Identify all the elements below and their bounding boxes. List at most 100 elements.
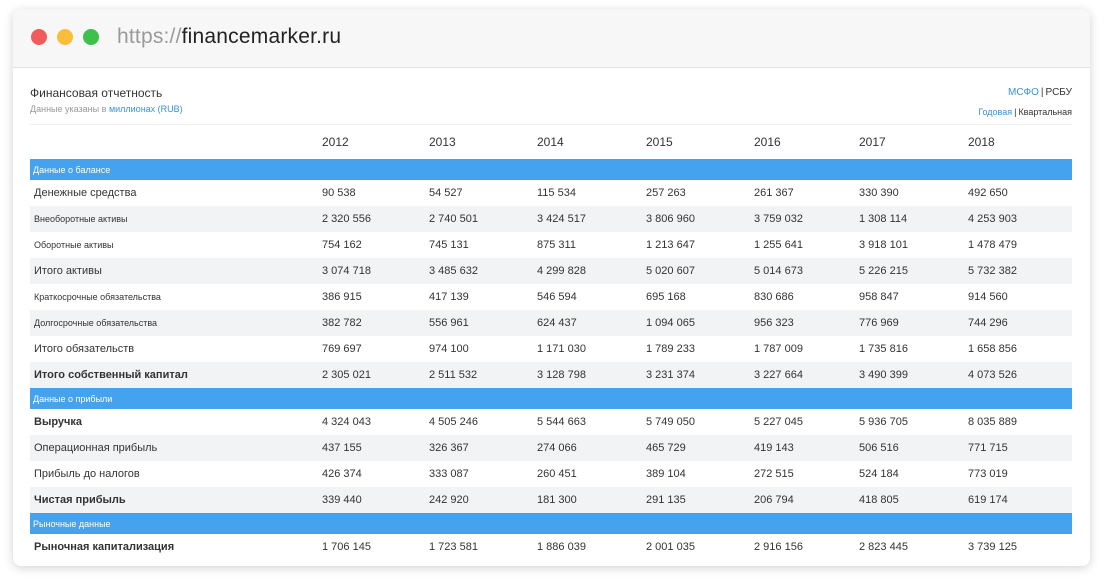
value-cell: 333 087 [429, 468, 469, 480]
value-cell: 5 544 663 [537, 416, 586, 428]
url-scheme: https:// [117, 25, 182, 48]
value-cell: 3 485 632 [429, 258, 537, 284]
table-row: Выручка 4 324 043 4 505 246 5 544 663 5 749 … [30, 409, 1072, 435]
table-row: Долгосрочные обязательства 382 782 556 961… [30, 310, 1072, 336]
value-cell: 272 515 [754, 468, 794, 480]
value-cell: 3 806 960 [646, 206, 754, 232]
table-row: Итого активы 3 074 718 3 485 632 4 299 828 5… [30, 258, 1072, 284]
value-cell: 546 594 [537, 291, 577, 303]
value-cell: 291 135 [646, 487, 754, 513]
value-cell: 386 915 [322, 291, 362, 303]
value-cell: 3 074 718 [322, 258, 429, 284]
address-bar[interactable]: https://financemarker.ru [117, 25, 341, 49]
value-cell: 4 253 903 [968, 206, 1072, 232]
value-cell: 426 374 [322, 468, 362, 480]
value-cell: 419 143 [754, 435, 859, 461]
row-label: Краткосрочные обязательства [34, 292, 161, 302]
value-cell: 830 686 [754, 291, 794, 303]
value-cell: 1 723 581 [429, 541, 478, 553]
value-cell: 2 740 501 [429, 206, 537, 232]
value-cell: 5 732 382 [968, 258, 1072, 284]
table-row: Оборотные активы 754 162 745 131 875 311 1 2… [30, 232, 1072, 258]
section-header-row: Данные о прибыли [30, 388, 1072, 409]
period-quarterly-link[interactable]: Квартальная [1018, 107, 1072, 117]
value-cell: 1 308 114 [859, 206, 968, 232]
row-label: Операционная прибыль [30, 435, 322, 461]
year-header: 2016 [754, 124, 859, 159]
row-label: Чистая прибыль [30, 487, 322, 513]
value-cell: 418 805 [859, 487, 968, 513]
value-cell: 465 729 [646, 435, 754, 461]
browser-window: https://financemarker.ru Финансовая отче… [13, 9, 1090, 566]
value-cell: 624 437 [537, 310, 646, 336]
value-cell: 695 168 [646, 291, 686, 303]
value-cell: 339 440 [322, 487, 429, 513]
value-cell: 3 759 032 [754, 206, 859, 232]
value-cell: 5 936 705 [859, 416, 908, 428]
value-cell: 1 213 647 [646, 239, 695, 251]
value-cell: 1 706 145 [322, 541, 371, 553]
table-row: Операционная прибыль 437 155 326 367 274 06… [30, 435, 1072, 461]
value-cell: 326 367 [429, 435, 537, 461]
section-title: Данные о прибыли [30, 388, 1072, 409]
value-cell: 261 367 [754, 187, 794, 199]
table-row: Итого собственный капитал 2 305 021 2 511 … [30, 362, 1072, 388]
value-cell: 1 787 009 [754, 343, 803, 355]
value-cell: 2 916 156 [754, 541, 803, 553]
value-cell: 914 560 [968, 291, 1008, 303]
value-cell: 330 390 [859, 187, 899, 199]
value-cell: 274 066 [537, 435, 646, 461]
value-cell: 773 019 [968, 468, 1008, 480]
maximize-window-button[interactable] [83, 29, 99, 45]
close-window-button[interactable] [31, 29, 47, 45]
value-cell: 875 311 [537, 239, 576, 251]
value-cell: 744 296 [968, 310, 1072, 336]
value-cell: 769 697 [322, 343, 362, 355]
value-cell: 54 527 [429, 187, 463, 199]
value-cell: 3 424 517 [537, 206, 646, 232]
value-cell: 3 918 101 [859, 239, 908, 251]
value-cell: 771 715 [968, 435, 1072, 461]
table-row: Внеоборотные активы 2 320 556 2 740 501 3 4… [30, 206, 1072, 232]
year-header: 2014 [537, 124, 646, 159]
financial-table: 2012 2013 2014 2015 2016 2017 2018 Данны… [30, 124, 1072, 560]
row-label: Прибыль до налогов [34, 468, 140, 480]
value-cell: 2 305 021 [322, 362, 429, 388]
value-cell: 437 155 [322, 435, 429, 461]
value-cell: 2 001 035 [646, 541, 695, 553]
value-cell: 417 139 [429, 291, 469, 303]
std-ifrs-link[interactable]: МСФО [1008, 87, 1039, 98]
std-ras-link[interactable]: РСБУ [1046, 87, 1072, 98]
value-cell: 4 073 526 [968, 362, 1072, 388]
section-header-row: Данные о балансе [30, 159, 1072, 180]
value-cell: 389 104 [646, 468, 686, 480]
value-cell: 1 735 816 [859, 343, 908, 355]
url-host: financemarker.ru [181, 25, 342, 48]
financial-table-body: Данные о балансе Денежные средства 90 538 5… [30, 159, 1072, 560]
value-cell: 492 650 [968, 187, 1008, 199]
year-header: 2013 [429, 124, 537, 159]
value-cell: 3 231 374 [646, 362, 754, 388]
value-cell: 1 658 856 [968, 343, 1017, 355]
value-cell: 260 451 [537, 468, 577, 480]
value-cell: 3 128 798 [537, 362, 646, 388]
units-note: Данные указаны в миллионах (RUB) [30, 104, 183, 114]
value-cell: 181 300 [537, 487, 646, 513]
year-header: 2018 [968, 124, 1072, 159]
period-annual-link[interactable]: Годовая [978, 107, 1012, 117]
value-cell: 3 490 399 [859, 362, 968, 388]
row-label: Выручка [34, 416, 83, 428]
value-cell: 958 847 [859, 291, 899, 303]
std-separator: | [1040, 87, 1044, 98]
value-cell: 5 227 045 [754, 416, 803, 428]
year-header: 2015 [646, 124, 754, 159]
minimize-window-button[interactable] [57, 29, 73, 45]
row-label: Рыночная капитализация [34, 541, 175, 553]
page-title: Финансовая отчетность [30, 86, 163, 100]
units-link[interactable]: миллионах (RUB) [109, 104, 183, 114]
value-cell: 1 255 641 [754, 239, 803, 251]
value-cell: 1 478 479 [968, 239, 1017, 251]
value-cell: 5 226 215 [859, 258, 968, 284]
value-cell: 3 227 664 [754, 362, 859, 388]
row-label: Внеоборотные активы [30, 206, 322, 232]
